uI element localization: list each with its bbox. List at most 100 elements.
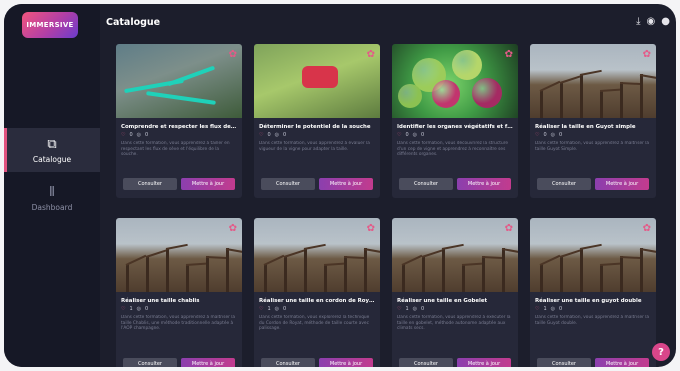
favorite-icon[interactable]: ✿ xyxy=(505,49,513,60)
course-description: Dans cette formation, vous apprendrez à … xyxy=(121,141,230,158)
course-title: Déterminer le potentiel de la souche xyxy=(259,124,371,130)
eye-icon: ◎ xyxy=(412,306,418,312)
eye-icon: ◎ xyxy=(136,306,142,312)
vine-trunk xyxy=(580,248,583,292)
update-button[interactable]: Mettre à jour xyxy=(595,178,649,190)
consult-button[interactable]: Consulter xyxy=(537,178,591,190)
course-card[interactable]: ✿ Réaliser une taille chablis ♡ 1 ◎ 0 Da… xyxy=(116,218,242,367)
course-card[interactable]: ✿ Réaliser une taille en cordon de Royat… xyxy=(254,218,380,367)
vine-cane xyxy=(421,249,444,258)
vine-trunk xyxy=(146,256,149,292)
update-button[interactable]: Mettre à jour xyxy=(595,358,649,367)
update-button[interactable]: Mettre à jour xyxy=(319,178,373,190)
update-button[interactable]: Mettre à jour xyxy=(457,358,511,367)
favorite-icon[interactable]: ✿ xyxy=(505,223,513,234)
course-description: Dans cette formation, vous découvrirez l… xyxy=(397,141,508,158)
course-card[interactable]: ✿ Réaliser une taille en Gobelet ♡ 1 ◎ 0… xyxy=(392,218,518,367)
course-card[interactable]: ✿ Comprendre et respecter les flux de sè… xyxy=(116,44,242,198)
consult-button[interactable]: Consulter xyxy=(537,358,591,367)
favorite-icon[interactable]: ✿ xyxy=(229,49,237,60)
favorite-icon[interactable]: ✿ xyxy=(367,223,375,234)
favorite-icon[interactable]: ✿ xyxy=(643,49,651,60)
course-card[interactable]: ✿ Réaliser la taille en Guyot simple ♡ 0… xyxy=(530,44,656,198)
location-pin-icon[interactable]: ◉ xyxy=(647,16,656,27)
consult-button[interactable]: Consulter xyxy=(123,358,177,367)
update-button[interactable]: Mettre à jour xyxy=(181,178,235,190)
views-count: 0 xyxy=(421,306,425,312)
course-stats: ♡ 0 ◎ 0 xyxy=(116,132,242,141)
heart-icon: ♡ xyxy=(397,306,402,312)
course-description: Dans cette formation, vous apprendrez à … xyxy=(259,141,370,152)
favorite-icon[interactable]: ✿ xyxy=(229,223,237,234)
vine-cane xyxy=(401,254,423,266)
course-thumbnail: ✿ xyxy=(392,218,518,292)
bar-chart-icon: ⫴ xyxy=(49,184,55,200)
consult-button[interactable]: Consulter xyxy=(399,178,453,190)
course-description: Dans cette formation, vous apprendrez à … xyxy=(397,315,511,332)
vine-trunk xyxy=(324,264,327,292)
vine-trunk xyxy=(600,264,603,292)
course-title: Réaliser une taille chablis xyxy=(121,298,200,304)
likes-count: 0 xyxy=(267,132,271,138)
consult-button[interactable]: Consulter xyxy=(123,178,177,190)
sap-flow-line xyxy=(146,91,216,105)
heart-icon: ♡ xyxy=(259,132,264,138)
vine-trunk xyxy=(226,248,229,292)
course-thumbnail: ✿ xyxy=(116,44,242,118)
update-button[interactable]: Mettre à jour xyxy=(457,178,511,190)
vine-cane xyxy=(205,256,229,260)
favorite-icon[interactable]: ✿ xyxy=(643,223,651,234)
vine-trunk xyxy=(640,74,643,118)
logo[interactable]: IMMERSIVE xyxy=(22,12,78,38)
likes-count: 0 xyxy=(405,132,409,138)
vine-trunk xyxy=(284,256,287,292)
vine-cane xyxy=(263,254,285,266)
card-actions: Consulter Mettre à jour xyxy=(254,358,380,367)
course-title: Réaliser une taille en guyot double xyxy=(535,298,642,304)
vine-trunk xyxy=(620,82,623,118)
sidebar: IMMERSIVE ⧉ Catalogue ⫴ Dashboard xyxy=(4,4,100,367)
topbar-icons: ⤓ ◉ ● xyxy=(636,16,670,27)
views-count: 0 xyxy=(283,132,287,138)
consult-button[interactable]: Consulter xyxy=(399,358,453,367)
sidebar-item-dashboard[interactable]: ⫴ Dashboard xyxy=(4,176,100,220)
help-button[interactable]: ? xyxy=(652,343,670,361)
course-card[interactable]: ✿ Déterminer le potentiel de la souche ♡… xyxy=(254,44,380,198)
consult-button[interactable]: Consulter xyxy=(261,358,315,367)
update-button[interactable]: Mettre à jour xyxy=(319,358,373,367)
heart-icon: ♡ xyxy=(397,132,402,138)
course-stats: ♡ 1 ◎ 0 xyxy=(116,306,242,315)
vine-trunk xyxy=(462,264,465,292)
sidebar-item-catalogue[interactable]: ⧉ Catalogue xyxy=(4,128,100,172)
course-title: Identifier les organes végétatifs et fru… xyxy=(397,124,518,130)
sap-flow-line xyxy=(166,65,216,87)
course-thumbnail: ✿ xyxy=(530,218,656,292)
favorite-icon[interactable]: ✿ xyxy=(367,49,375,60)
views-count: 0 xyxy=(421,132,425,138)
card-actions: Consulter Mettre à jour xyxy=(530,358,656,367)
eye-icon: ◎ xyxy=(550,132,556,138)
course-card[interactable]: ✿ Réaliser une taille en guyot double ♡ … xyxy=(530,218,656,367)
vine-cane xyxy=(303,243,326,250)
bell-icon[interactable]: ● xyxy=(661,16,670,27)
course-card[interactable]: ✿ Identifier les organes végétatifs et f… xyxy=(392,44,518,198)
card-actions: Consulter Mettre à jour xyxy=(116,178,242,190)
grape-berry xyxy=(398,84,422,108)
vine-cane xyxy=(343,256,367,260)
vine-cane xyxy=(539,80,561,92)
vine-trunk xyxy=(442,248,445,292)
views-count: 0 xyxy=(559,306,563,312)
sidebar-item-label: Catalogue xyxy=(32,154,72,164)
course-title: Réaliser la taille en Guyot simple xyxy=(535,124,636,130)
copy-icon: ⧉ xyxy=(47,136,57,152)
course-stats: ♡ 1 ◎ 0 xyxy=(392,306,518,315)
eye-icon: ◎ xyxy=(136,132,142,138)
pruning-shears-icon xyxy=(302,66,338,88)
sidebar-item-label: Dashboard xyxy=(31,202,73,212)
likes-count: 0 xyxy=(129,132,133,138)
vine-cane xyxy=(539,254,561,266)
download-icon[interactable]: ⤓ xyxy=(636,16,640,27)
eye-icon: ◎ xyxy=(412,132,418,138)
consult-button[interactable]: Consulter xyxy=(261,178,315,190)
update-button[interactable]: Mettre à jour xyxy=(181,358,235,367)
